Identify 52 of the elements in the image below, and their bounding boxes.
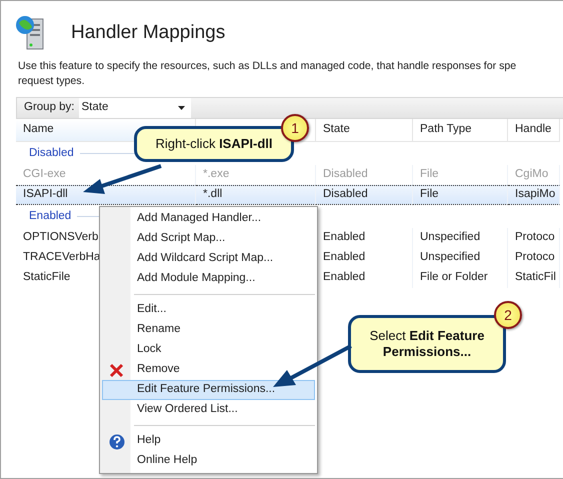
callout-text: Select Edit Feature Permissions...	[368, 328, 486, 360]
close-icon	[109, 363, 124, 378]
table-cell-text: Disabled	[323, 187, 368, 202]
menu-item[interactable]: Edit...	[102, 300, 315, 320]
dropdown-value: State	[82, 100, 108, 116]
table-cell-text: Unspecified	[420, 250, 480, 266]
column-header[interactable]: State	[323, 121, 350, 139]
menu-item[interactable]: Add Wildcard Script Map...	[102, 249, 315, 269]
callout-text: Right-click ISAPI-dll	[155, 136, 273, 152]
table-cell-text: IsapiMo	[515, 187, 556, 202]
table-cell-text: TRACEVerbHa	[23, 250, 100, 266]
column-header[interactable]: Name	[23, 121, 54, 139]
menu-item[interactable]: Online Help	[102, 451, 315, 471]
table-cell-text: *.exe	[203, 167, 230, 182]
column-header[interactable]: Path Type	[420, 121, 472, 139]
table-cell-text: File	[420, 167, 439, 182]
group-by-dropdown[interactable]: State	[78, 98, 190, 118]
menu-item[interactable]: View Ordered List...	[102, 400, 315, 420]
group-header[interactable]: Disabled	[23, 144, 74, 162]
table-cell-text: StaticFile	[23, 270, 70, 286]
menu-item[interactable]: Remove	[102, 360, 315, 380]
table-cell-text: *.dll	[203, 187, 222, 202]
menu-item[interactable]: Rename	[102, 320, 315, 340]
menu-item[interactable]: Edit Feature Permissions...	[102, 380, 315, 400]
group-header[interactable]: Enabled	[23, 208, 72, 226]
table-cell-text: Enabled	[323, 270, 366, 286]
table-cell-text: OPTIONSVerb	[23, 230, 98, 246]
table-cell-text: StaticFil	[515, 270, 556, 286]
table-cell-text: CGI-exe	[23, 167, 66, 182]
table-cell-text: Protoco	[515, 230, 555, 246]
table-cell-text: ISAPI-dll	[23, 187, 68, 202]
help-icon	[109, 434, 125, 450]
table-cell-text: Enabled	[323, 250, 366, 266]
column-header[interactable]: Handle	[515, 121, 552, 139]
table-cell-text: CgiMo	[515, 167, 548, 182]
menu-item[interactable]: Add Managed Handler...	[102, 209, 315, 229]
description-text: Use this feature to specify the resources, such as DLLs and managed code, that handle responses for spe	[18, 59, 516, 74]
table-cell-text: File or Folder	[420, 270, 488, 286]
dropdown-caret-icon	[178, 106, 184, 110]
table-cell-text: Unspecified	[420, 230, 480, 246]
menu-item[interactable]: Help	[102, 431, 315, 451]
table-cell-text: File	[420, 187, 439, 202]
menu-item[interactable]: Add Module Mapping...	[102, 269, 315, 289]
group-by-label: Group by:	[23, 100, 76, 116]
menu-item[interactable]: Add Script Map...	[102, 229, 315, 249]
menu-item[interactable]: Lock	[102, 340, 315, 360]
table-cell-text: Enabled	[323, 230, 366, 246]
table-cell-text: Protoco	[515, 250, 555, 266]
page-title: Handler Mappings	[71, 20, 226, 45]
step-number-badge: 2	[494, 301, 522, 329]
table-cell-text: Disabled	[323, 167, 368, 182]
description-text: request types.	[18, 74, 85, 89]
